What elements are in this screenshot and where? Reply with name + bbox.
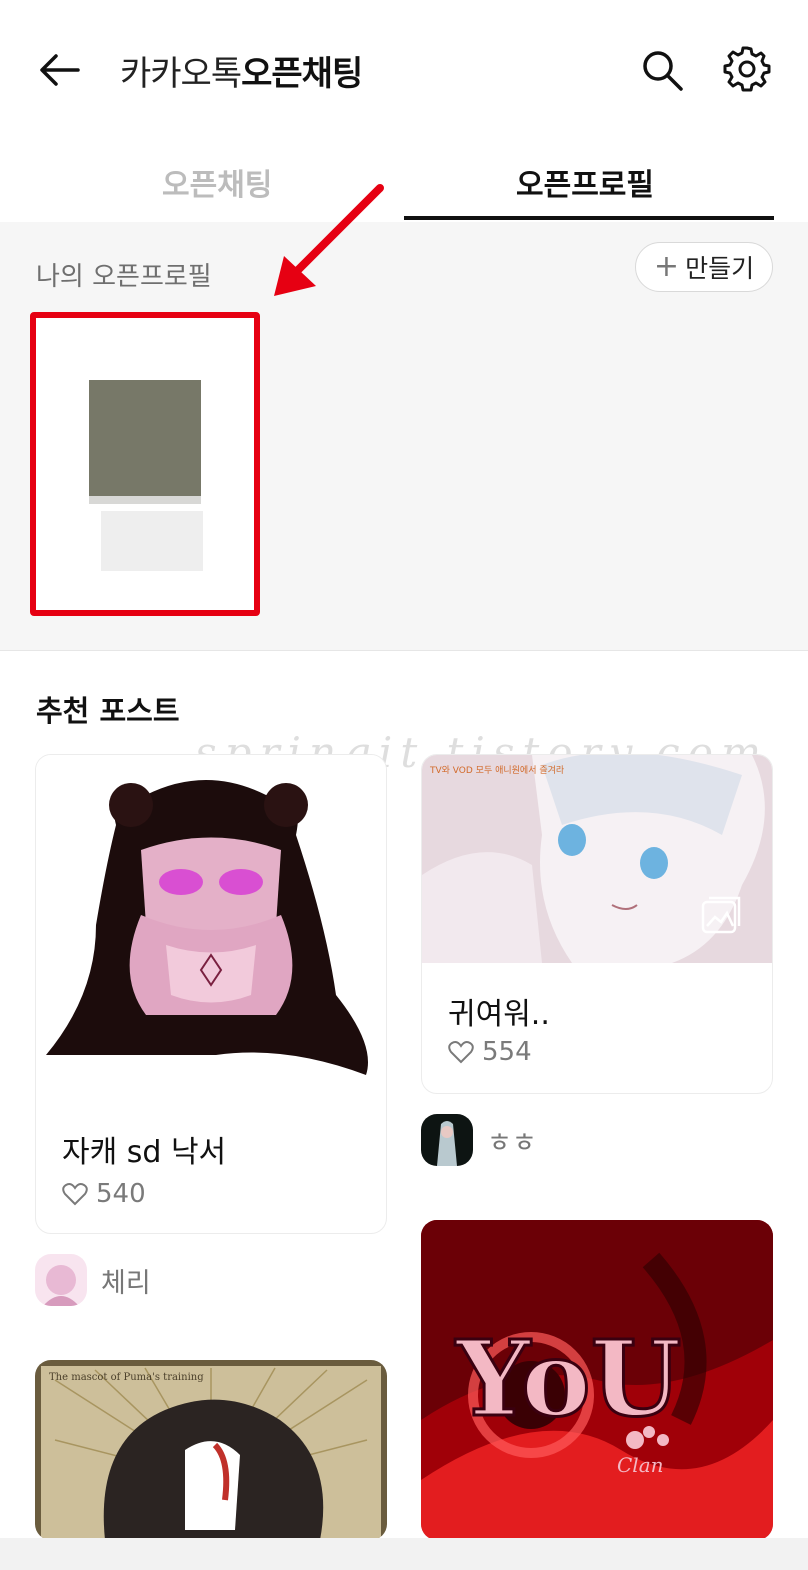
- banner-subtext: Clan: [617, 1453, 664, 1477]
- author-name: 체리: [101, 1267, 151, 1299]
- title-prefix: 카카오톡: [120, 54, 242, 94]
- bottom-nav-edge: [0, 1538, 808, 1570]
- create-profile-button[interactable]: + 만들기: [635, 242, 773, 292]
- plus-icon: +: [653, 249, 680, 284]
- gallery-icon: [701, 896, 741, 934]
- gear-icon[interactable]: [722, 44, 772, 94]
- likes-count: 540: [96, 1179, 146, 1209]
- annotation-arrow-icon: [274, 184, 384, 296]
- my-open-profile-section: 나의 오픈프로필 + 만들기: [0, 222, 808, 651]
- author-name: ㅎㅎ: [487, 1127, 537, 1159]
- profile-thumbnail: [89, 380, 201, 504]
- search-icon[interactable]: [640, 48, 684, 92]
- page-title: 카카오톡오픈채팅: [120, 46, 363, 95]
- top-bar: 카카오톡오픈채팅: [0, 0, 808, 140]
- banner-text: YoU: [455, 1317, 681, 1440]
- heart-icon: [448, 1041, 474, 1064]
- post-likes[interactable]: 554: [448, 1037, 532, 1067]
- author-avatar: [421, 1114, 473, 1166]
- my-open-profile-label: 나의 오픈프로필: [36, 262, 212, 292]
- image-overlay-text: TV와 VOD 모두 애니원에서 즐겨라: [429, 764, 565, 776]
- post-author[interactable]: 체리: [35, 1254, 151, 1306]
- likes-count: 554: [482, 1037, 532, 1067]
- post-image: The mascot of Puma's training: [35, 1360, 387, 1540]
- post-title: 자캐 sd 낙서: [62, 1135, 227, 1170]
- create-button-label: 만들기: [685, 254, 755, 283]
- tab-open-chat[interactable]: 오픈채팅: [162, 160, 272, 204]
- author-avatar: [35, 1254, 87, 1306]
- post-title: 귀여워..: [448, 997, 550, 1032]
- back-arrow-icon[interactable]: [38, 48, 82, 92]
- post-image: [36, 755, 386, 1095]
- tab-bar: 오픈채팅 오픈프로필: [0, 140, 808, 223]
- heart-icon: [62, 1183, 88, 1206]
- image-caption-text: The mascot of Puma's training: [49, 1372, 204, 1383]
- active-tab-indicator: [404, 216, 774, 220]
- post-likes[interactable]: 540: [62, 1179, 146, 1209]
- recommended-posts-title: 추천 포스트: [36, 694, 180, 728]
- post-card[interactable]: 자캐 sd 낙서 540: [35, 754, 387, 1234]
- profile-name-redacted: [101, 511, 203, 571]
- post-card[interactable]: YoU Clan: [421, 1220, 773, 1540]
- post-author[interactable]: ㅎㅎ: [421, 1114, 537, 1166]
- post-image: YoU Clan: [421, 1220, 773, 1540]
- title-suffix: 오픈채팅: [241, 54, 363, 94]
- tab-open-profile[interactable]: 오픈프로필: [516, 160, 654, 204]
- post-card[interactable]: TV와 VOD 모두 애니원에서 즐겨라 귀여워.. 554: [421, 754, 773, 1094]
- post-card[interactable]: The mascot of Puma's training: [35, 1360, 387, 1540]
- my-profile-card[interactable]: [30, 312, 260, 616]
